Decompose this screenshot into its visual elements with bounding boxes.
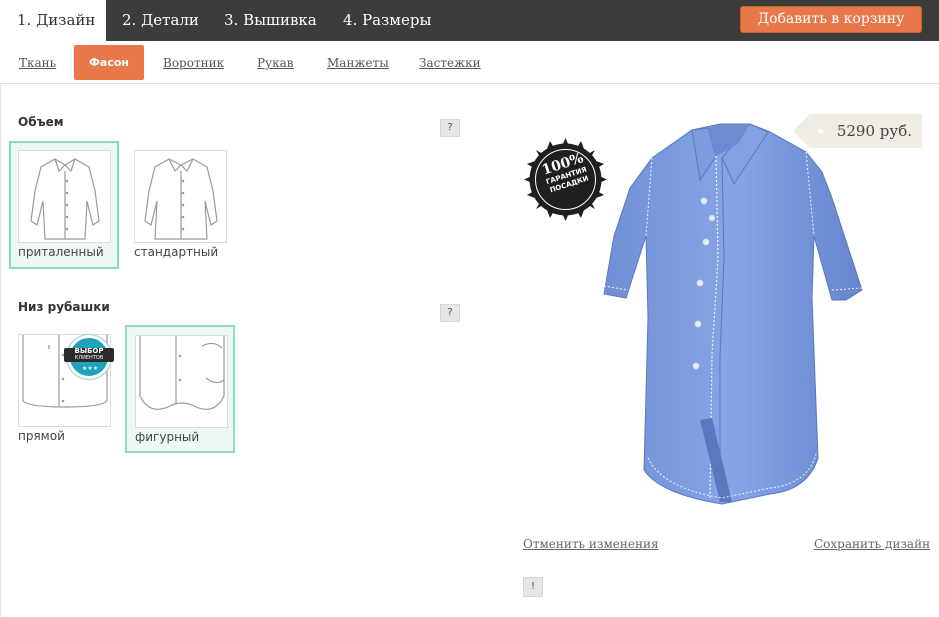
customer-choice-badge: ВЫБОР КЛИЕНТОВ ★★★: [64, 335, 114, 379]
tab-sizes[interactable]: 4. Размеры: [343, 0, 431, 41]
bottom-help-button[interactable]: ?: [440, 304, 460, 322]
section-title-bottom: Низ рубашки: [18, 300, 110, 314]
tab-details[interactable]: 2. Детали: [122, 0, 199, 41]
fit-guarantee-seal: 100% ГАРАНТИЯ ПОСАДКИ: [524, 138, 607, 221]
subtab-collar[interactable]: Воротник: [163, 56, 224, 70]
option-fitted-label: приталенный: [18, 245, 104, 259]
curved-hem-image: [135, 335, 228, 428]
option-curved[interactable]: фигурный: [125, 325, 235, 453]
tab-design[interactable]: 1. Дизайн: [0, 0, 106, 41]
option-curved-label: фигурный: [135, 430, 200, 444]
option-standard-label: стандартный: [134, 245, 219, 259]
subtab-sleeve[interactable]: Рукав: [257, 56, 294, 70]
tab-embroidery[interactable]: 3. Вышивка: [224, 0, 317, 41]
add-to-cart-button[interactable]: Добавить в корзину: [740, 6, 922, 33]
volume-help-button[interactable]: ?: [440, 119, 460, 137]
section-title-volume: Объем: [18, 115, 64, 129]
option-standard[interactable]: стандартный: [126, 141, 236, 269]
subtab-style[interactable]: Фасон: [74, 45, 144, 80]
option-straight[interactable]: ВЫБОР КЛИЕНТОВ ★★★ прямой: [9, 325, 119, 453]
panel-border: [0, 84, 1, 617]
info-button[interactable]: !: [523, 577, 543, 597]
price-tag-hole-icon: [818, 129, 823, 134]
option-fitted[interactable]: приталенный: [9, 141, 119, 269]
cancel-changes-link[interactable]: Отменить изменения: [523, 537, 659, 551]
price-tag: 5290 руб.: [793, 114, 922, 148]
subtab-fabric[interactable]: Ткань: [19, 56, 56, 70]
standard-shirt-image: [134, 150, 227, 243]
shirt-preview-image: [600, 118, 875, 513]
price-value: 5290 руб.: [836, 122, 912, 140]
fitted-shirt-image: [18, 150, 111, 243]
step-bar: 1. Дизайн 2. Детали 3. Вышивка 4. Размер…: [0, 0, 939, 41]
badge-stars-icon: ★★★: [82, 365, 99, 372]
badge-text-bottom: КЛИЕНТОВ: [74, 355, 104, 361]
subtab-cuffs[interactable]: Манжеты: [327, 56, 389, 70]
badge-text-top: ВЫБОР: [74, 347, 104, 355]
subtab-fasteners[interactable]: Застежки: [419, 56, 481, 70]
save-design-link[interactable]: Сохранить дизайн: [814, 537, 930, 551]
subtab-bar: Ткань Фасон Воротник Рукав Манжеты Засте…: [0, 41, 939, 84]
option-straight-label: прямой: [18, 429, 65, 443]
